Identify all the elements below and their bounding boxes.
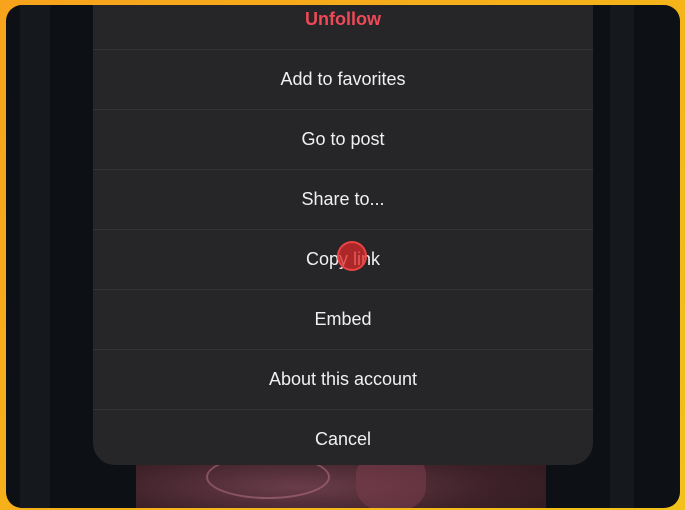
about-this-account-button[interactable]: About this account bbox=[93, 350, 593, 410]
left-panel bbox=[20, 5, 50, 508]
app-window: Unfollow Add to favorites Go to post Sha… bbox=[6, 5, 680, 508]
embed-button[interactable]: Embed bbox=[93, 290, 593, 350]
options-dialog: Unfollow Add to favorites Go to post Sha… bbox=[93, 5, 593, 465]
cancel-button[interactable]: Cancel bbox=[93, 410, 593, 465]
right-panel bbox=[610, 5, 634, 508]
add-to-favorites-button[interactable]: Add to favorites bbox=[93, 50, 593, 110]
go-to-post-button[interactable]: Go to post bbox=[93, 110, 593, 170]
unfollow-button[interactable]: Unfollow bbox=[93, 5, 593, 50]
share-to-button[interactable]: Share to... bbox=[93, 170, 593, 230]
copy-link-button[interactable]: Copy link bbox=[93, 230, 593, 290]
